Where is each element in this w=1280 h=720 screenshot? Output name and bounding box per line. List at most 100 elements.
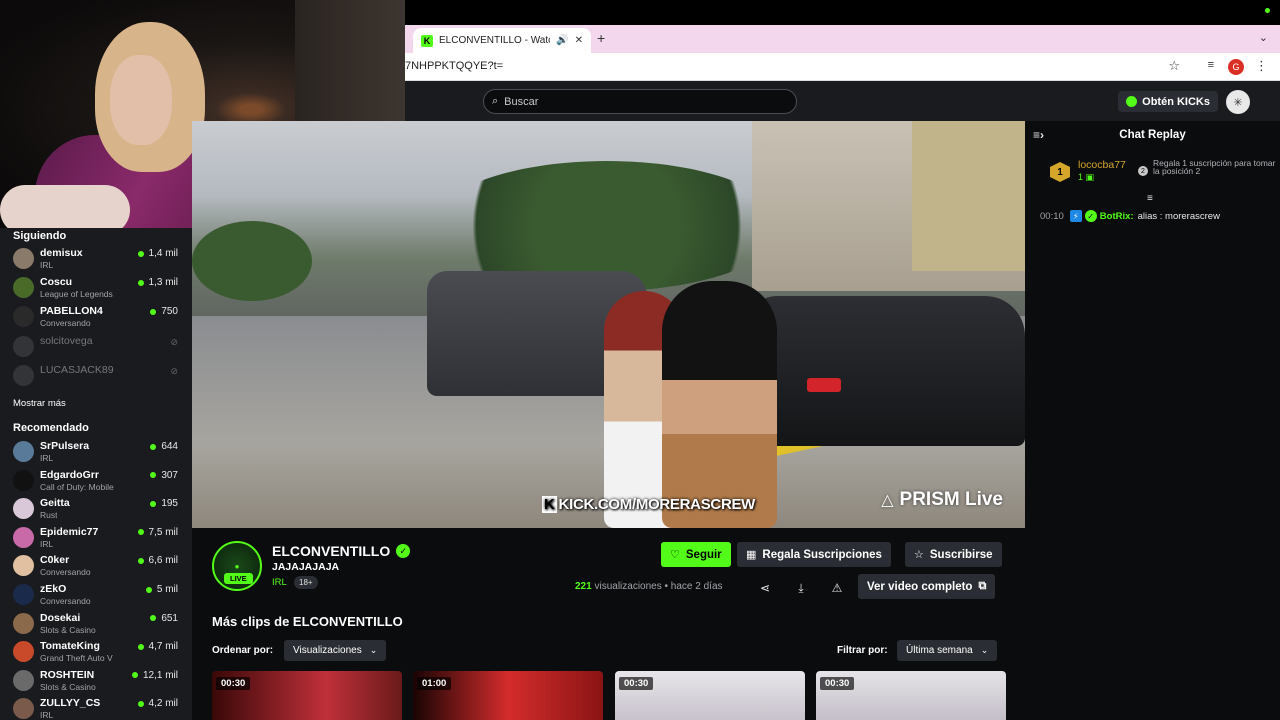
collapse-chat-icon[interactable]: ≡› (1033, 128, 1044, 142)
pinned-gifter[interactable]: 1 lococba77 1 ▣ 2 Regala 1 suscripción p… (1050, 159, 1275, 189)
report-icon[interactable]: ⚠ (826, 578, 848, 598)
avatar (13, 698, 34, 720)
channel-category: Call of Duty: Mobile (40, 481, 114, 492)
viewer-count: 1,3 mil (137, 277, 178, 288)
share-icon[interactable]: ⋖ (754, 578, 776, 598)
video-player[interactable]: K KICK.COM/MORERASCREW △ PRISM Live (192, 121, 1025, 528)
channel-name: demisux (40, 247, 83, 259)
kick-logo-icon: K (542, 496, 557, 513)
filter-dropdown[interactable]: Última semana ⌄ (897, 640, 998, 661)
follow-button[interactable]: ♡ Seguir (661, 542, 731, 567)
profile-avatar[interactable]: G (1228, 59, 1244, 75)
sidebar-channel-item[interactable]: ZULLYY_CS IRL 4,2 mil (13, 696, 183, 720)
channel-name: LUCASJACK89 (40, 364, 114, 376)
sidebar-channel-item[interactable]: TomateKing Grand Theft Auto V 4,7 mil (13, 639, 183, 666)
sidebar-channel-item[interactable]: solcitovega ⊘ (13, 334, 183, 361)
sidebar-channel-item[interactable]: EdgardoGrr Call of Duty: Mobile 307 (13, 468, 183, 495)
url-text[interactable]: 7NHPPKTQQYE?t= (405, 60, 503, 72)
sidebar-channel-item[interactable]: Coscu League of Legends 1,3 mil (13, 275, 183, 302)
gift-subs-button[interactable]: ▦ Regala Suscripciones (737, 542, 891, 567)
channel-category: Grand Theft Auto V (40, 653, 113, 664)
channel-name: ROSHTEIN (40, 668, 95, 681)
kick-watermark: K KICK.COM/MORERASCREW (542, 496, 756, 513)
message-username[interactable]: BotRix: (1100, 211, 1134, 222)
more-clips-title: Más clips de ELCONVENTILLO (212, 614, 403, 629)
viewer-count: 1,4 mil (137, 248, 178, 259)
new-tab-icon[interactable]: + (597, 30, 605, 46)
channel-name: SrPulsera (40, 440, 90, 452)
channel-name: PABELLON4 (40, 305, 103, 317)
category-link[interactable]: IRL (272, 577, 287, 588)
viewer-count: 12,1 mil (131, 670, 178, 681)
sidebar-channel-item[interactable]: demisux IRL 1,4 mil (13, 246, 183, 273)
sidebar-channel-item[interactable]: LUCASJACK89 ⊘ (13, 363, 183, 390)
live-dot-icon (137, 529, 144, 536)
sidebar-channel-item[interactable]: PABELLON4 Conversando 750 (13, 304, 183, 331)
clip-thumbnail[interactable]: 00:30 (816, 671, 1006, 720)
channel-name: Geitta (40, 497, 70, 510)
avatar (13, 277, 34, 298)
views-label: visualizaciones (594, 581, 662, 592)
sidebar-channel-item[interactable]: C0ker Conversando 6,6 mil (13, 553, 183, 580)
speaker-icon[interactable]: 🔊 (556, 35, 568, 46)
message-text: alias : morerascrew (1137, 210, 1220, 222)
external-link-icon: ⧉ (978, 580, 987, 592)
user-avatar[interactable]: ✳ (1226, 90, 1250, 114)
expand-leaderboard-icon[interactable]: ≡ (1147, 193, 1153, 204)
prism-logo-icon: △ (881, 492, 894, 509)
gift-rank-icon: 2 (1138, 166, 1148, 176)
viewer-count: 5 mil (145, 584, 178, 595)
offline-icon: ⊘ (170, 366, 178, 376)
address-bar[interactable]: 7NHPPKTQQYE?t= ☆ ≡ G ⋮ (405, 53, 1280, 81)
gifter-name[interactable]: lococba77 (1078, 159, 1126, 171)
sort-dropdown[interactable]: Visualizaciones ⌄ (284, 640, 387, 661)
sidebar-channel-item[interactable]: Geitta Rust 195 (13, 496, 183, 523)
sidebar: Siguiendo demisux IRL 1,4 mil Coscu League o… (0, 228, 192, 720)
avatar (13, 498, 34, 520)
channel-category: IRL (40, 710, 54, 720)
tab-search-icon[interactable]: ⌄ (1259, 31, 1268, 44)
get-kicks-button[interactable]: Obtén KICKs (1118, 91, 1218, 112)
channel-category: Slots & Casino (40, 681, 96, 692)
clip-thumbnail[interactable]: 00:30 (212, 671, 402, 720)
live-dot-icon (137, 279, 144, 286)
search-placeholder: Buscar (504, 95, 539, 108)
full-video-button[interactable]: Ver video completo ⧉ (858, 574, 996, 599)
sidebar-channel-item[interactable]: SrPulsera IRL 644 (13, 439, 183, 466)
age-badge: 18+ (294, 576, 318, 589)
chat-panel: ≡› Chat Replay 1 lococba77 1 ▣ 2 Regala … (1025, 121, 1280, 720)
clip-thumbnail[interactable]: 00:30 (615, 671, 805, 720)
chevron-down-icon: ⌄ (980, 645, 989, 655)
browser-tab[interactable]: K ELCONVENTILLO - Watch 🔊 ✕ (413, 28, 591, 53)
viewer-count: 195 (150, 498, 178, 509)
channel-category: League of Legends (40, 289, 113, 299)
clip-thumbnail[interactable]: 01:00 (413, 671, 603, 720)
live-dot-icon (145, 586, 152, 593)
sidebar-channel-item[interactable]: zEkO Conversando 5 mil (13, 582, 183, 609)
close-tab-icon[interactable]: ✕ (575, 35, 583, 46)
browser-menu-icon[interactable]: ⋮ (1255, 58, 1268, 74)
bookmark-star-icon[interactable]: ☆ (1168, 58, 1180, 74)
subscribe-button[interactable]: ☆ Suscribirse (905, 542, 1002, 567)
avatar (13, 641, 34, 663)
live-dot-icon (150, 500, 157, 507)
channel-name: Coscu (40, 276, 73, 288)
channel-name[interactable]: ELCONVENTILLO ✓ (272, 543, 411, 559)
sidebar-channel-item[interactable]: Epidemic77 IRL 7,5 mil (13, 525, 183, 552)
show-more-link[interactable]: Mostrar más (13, 398, 66, 409)
media-controls-icon[interactable]: ≡ (1208, 59, 1214, 71)
sidebar-channel-item[interactable]: Dosekai Slots & Casino 651 (13, 611, 183, 638)
sidebar-channel-item[interactable]: ROSHTEIN Slots & Casino 12,1 mil (13, 668, 183, 695)
avatar (13, 469, 34, 491)
bot-badge-icon: ⚡ (1069, 210, 1082, 222)
kicks-coin-icon (1126, 96, 1138, 107)
site-header: ⌕ Buscar Obtén KICKs ✳ (405, 81, 1280, 121)
clip-duration: 00:30 (619, 677, 654, 690)
search-input[interactable]: ⌕ Buscar (483, 89, 797, 114)
chat-title: Chat Replay (1119, 129, 1186, 141)
gifter-message: Regala 1 suscripción para tomar la posic… (1153, 158, 1276, 176)
download-icon[interactable]: ⤓ (790, 578, 812, 598)
channel-name: ZULLYY_CS (40, 697, 101, 710)
live-dot-icon (137, 557, 144, 564)
viewer-count: 4,7 mil (137, 641, 178, 652)
